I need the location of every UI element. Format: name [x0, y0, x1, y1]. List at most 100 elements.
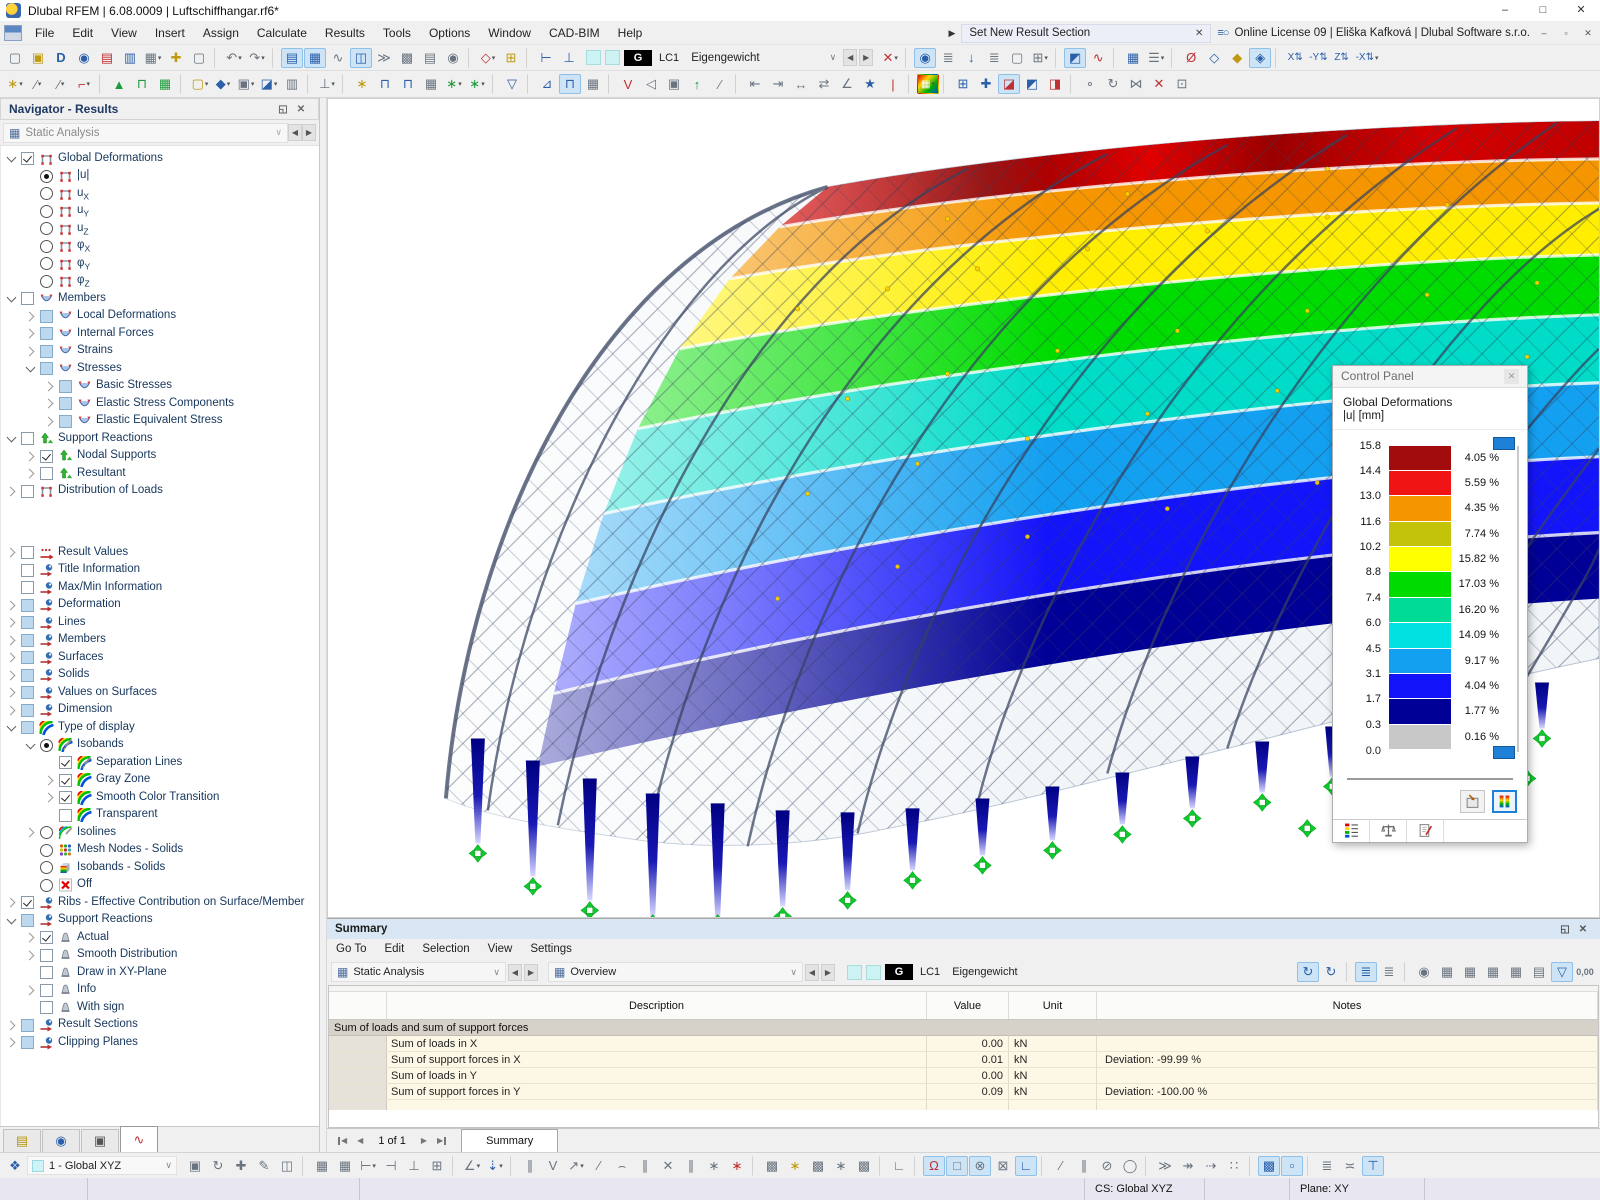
toggle-results-icon[interactable] [605, 50, 620, 65]
table-row[interactable]: Sum of loads in Y 0.00 kN [329, 1068, 1598, 1084]
result-section-close-icon[interactable]: ✕ [1195, 28, 1203, 39]
viewport-3d[interactable]: Control Panel ✕ Global Deformations |u| … [327, 98, 1600, 918]
checkbox[interactable] [21, 651, 34, 664]
new-opening[interactable]: ▣ [235, 74, 257, 94]
snap-parallel[interactable]: ∥ [634, 1156, 656, 1176]
checkbox[interactable] [40, 257, 53, 270]
expander-icon[interactable] [5, 634, 18, 647]
checkbox[interactable] [40, 222, 53, 235]
checkbox[interactable] [40, 310, 53, 323]
checkbox[interactable] [40, 467, 53, 480]
expander-icon[interactable] [5, 651, 18, 664]
checkbox[interactable] [40, 275, 53, 288]
tree-item[interactable]: Solids [1, 667, 319, 685]
tree-item[interactable]: Off [1, 877, 319, 895]
snap-cross[interactable]: ✕ [657, 1156, 679, 1176]
snap-vertex[interactable]: V [542, 1156, 564, 1176]
checkbox[interactable] [59, 415, 72, 428]
menu-item[interactable]: Calculate [248, 22, 316, 44]
checkbox[interactable] [21, 292, 34, 305]
scale-range-slider[interactable] [1347, 770, 1513, 779]
expander-icon[interactable] [43, 415, 56, 428]
toggle-loads-icon[interactable] [847, 965, 862, 980]
guide-slash[interactable]: ∕ [1050, 1156, 1072, 1176]
script-editor[interactable]: ▩ [396, 48, 418, 68]
result-table[interactable]: ⊞ [1029, 48, 1051, 68]
table-view-2[interactable]: ▦ [1459, 962, 1481, 982]
expander-icon[interactable] [24, 931, 37, 944]
menu-item[interactable]: Results [316, 22, 374, 44]
pin-right[interactable]: ⊥ [558, 48, 580, 68]
new-member-set[interactable]: ⊓ [131, 74, 153, 94]
summary-menu-item[interactable]: Selection [413, 943, 478, 955]
snap-square[interactable]: □ [946, 1156, 968, 1176]
checkbox[interactable] [59, 791, 72, 804]
scale-max-slider[interactable] [1493, 437, 1515, 450]
copy-view[interactable]: ▣ [184, 1156, 206, 1176]
expander-icon[interactable] [5, 896, 18, 909]
checkbox[interactable] [40, 844, 53, 857]
tree-item[interactable]: Lines [1, 614, 319, 632]
tree-item[interactable]: Basic Stresses [1, 378, 319, 396]
checkbox[interactable] [21, 432, 34, 445]
tree-item[interactable]: uX [1, 185, 319, 203]
checkbox[interactable] [21, 581, 34, 594]
decimal-places[interactable]: 0,00 [1574, 962, 1596, 982]
magic-wand[interactable]: ★ [859, 74, 881, 94]
new-member-grid[interactable]: ▦ [154, 74, 176, 94]
tree-item[interactable]: |u| [1, 168, 319, 186]
checkbox[interactable] [21, 914, 34, 927]
expander-icon[interactable] [5, 1036, 18, 1049]
step-snap[interactable]: ⇣ [484, 1156, 506, 1176]
tree-item[interactable]: Nodal Supports [1, 448, 319, 466]
delete-tool[interactable]: ✕ [1148, 74, 1170, 94]
maximize-panel-icon[interactable]: ◱ [1556, 924, 1574, 935]
result-section-active[interactable]: ⊓ [559, 74, 581, 94]
snap-magnet[interactable]: Ω [923, 1156, 945, 1176]
close-panel-icon[interactable]: ✕ [292, 104, 310, 115]
toggle-loads-icon[interactable] [586, 50, 601, 65]
dim-right[interactable]: ⇥ [767, 74, 789, 94]
new-surface[interactable]: ▢ [189, 74, 211, 94]
relations[interactable]: ◉ [1413, 962, 1435, 982]
summary-titlebar[interactable]: Summary ◱ ✕ [327, 919, 1600, 939]
tree-item[interactable]: Isobands - Solids [1, 859, 319, 877]
tree-item[interactable]: φZ [1, 273, 319, 291]
slash-tool[interactable]: ∕ [709, 74, 731, 94]
dim-angle[interactable]: ∠ [836, 74, 858, 94]
new-polyline[interactable]: ⌐ [73, 74, 95, 94]
show-grid[interactable]: ▦ [304, 48, 326, 68]
checkbox[interactable] [40, 345, 53, 358]
checkbox[interactable] [40, 327, 53, 340]
filter-results[interactable]: ✕ [879, 48, 901, 68]
child-restore-icon[interactable]: ▫ [1558, 28, 1574, 38]
checkbox[interactable] [21, 616, 34, 629]
view-wireframe[interactable]: ◇ [1203, 48, 1225, 68]
checkbox[interactable] [21, 564, 34, 577]
tree-item[interactable]: Surfaces [1, 649, 319, 667]
snap-direction[interactable]: ↗ [565, 1156, 587, 1176]
expander-icon[interactable] [43, 791, 56, 804]
dim-a[interactable]: ⊢ [357, 1156, 379, 1176]
snap-arc[interactable]: ⌢ [611, 1156, 633, 1176]
result-animation[interactable]: ▦ [582, 74, 604, 94]
checkbox[interactable] [40, 170, 53, 183]
tree-item[interactable]: Smooth Color Transition [1, 789, 319, 807]
tree-item[interactable]: Smooth Distribution [1, 947, 319, 965]
menu-item[interactable]: Window [479, 22, 540, 44]
result-xxx-2[interactable]: ≣ [983, 48, 1005, 68]
close-button[interactable]: ✕ [1562, 0, 1600, 21]
tab-summary[interactable]: Summary [461, 1129, 558, 1153]
next-button[interactable]: ▶ [524, 964, 538, 981]
table-export[interactable]: ▤ [1528, 962, 1550, 982]
tree-item[interactable]: Members [1, 632, 319, 650]
checkbox[interactable] [40, 362, 53, 375]
table-row[interactable]: Sum of support forces in Y 0.09 kN Devia… [329, 1084, 1598, 1100]
expander-icon[interactable] [5, 616, 18, 629]
pin-tool[interactable]: ⊤ [1362, 1156, 1384, 1176]
checkbox[interactable] [40, 205, 53, 218]
menu-item[interactable]: Insert [146, 22, 194, 44]
fe-mesh-2[interactable]: ◩ [1021, 74, 1043, 94]
expander-icon[interactable] [24, 310, 37, 323]
previous-case-button[interactable]: ◀ [843, 49, 857, 66]
